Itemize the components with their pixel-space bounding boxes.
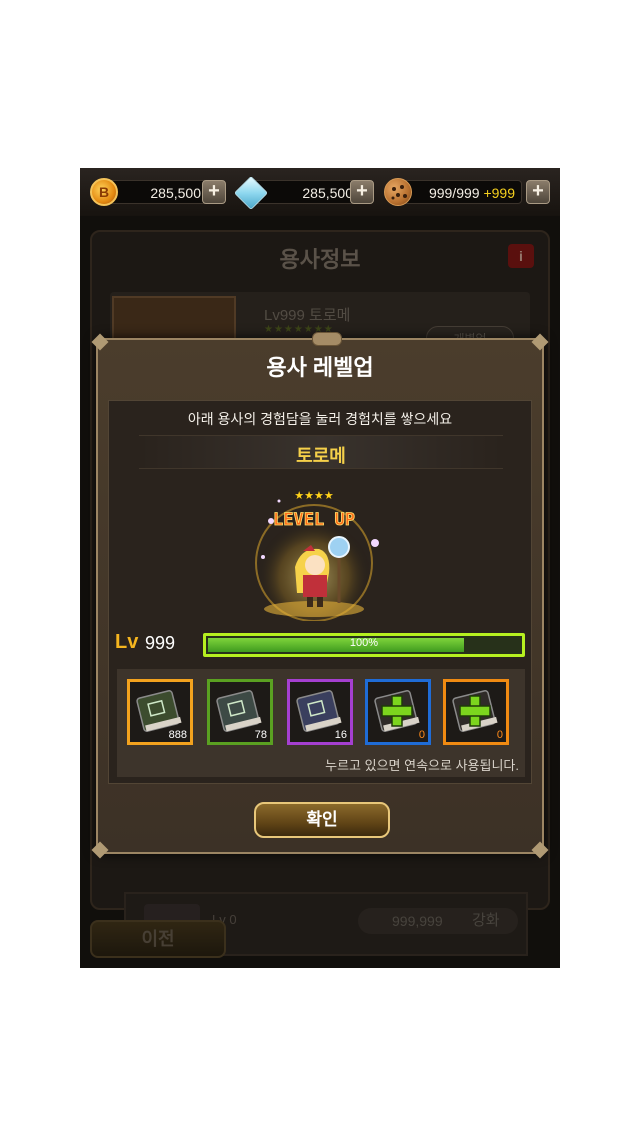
experience-percent: 100% (349, 637, 379, 649)
cookie-counter: 999/999 +999 + (384, 178, 554, 206)
instruction-text: 아래 용사의 경험담을 눌러 경험치를 쌓으세요 (187, 411, 453, 427)
level-label: Lv (115, 631, 139, 653)
coin-amount: 285,500 (104, 180, 210, 204)
item-count: 16 (334, 729, 347, 741)
dialog-content: 아래 용사의 경험담을 눌러 경험치를 쌓으세요 토로메 LEVEL UP ★★… (108, 400, 532, 784)
confirm-button[interactable]: 확인 (254, 802, 390, 838)
experience-items-panel: 888 78 16 0 0 누르고 있으면 연속으로 사용됩니다. (117, 669, 525, 777)
plus-icon (381, 705, 413, 717)
dialog-title: 용사 레벨업 (266, 355, 374, 380)
exp-book-item[interactable]: 16 (287, 679, 353, 745)
coin-counter: 285,500 B + (90, 178, 226, 206)
hold-hint: 누르고 있으면 연속으로 사용됩니다. (325, 758, 519, 773)
item-count: 0 (496, 729, 503, 741)
level-value: 999 (145, 633, 176, 653)
hero-name-band: 토로메 (139, 435, 503, 469)
cookie-icon (384, 178, 412, 206)
add-cookie-button[interactable]: + (526, 180, 550, 204)
cookie-amount: 999/999 +999 (398, 180, 522, 204)
add-book-slot[interactable]: 0 (443, 679, 509, 745)
add-crystal-button[interactable]: + (350, 180, 374, 204)
game-screen: 285,500 B + 285,500 + 999/999 +999 + 용사정… (80, 168, 560, 968)
level-up-banner: LEVEL UP (273, 510, 355, 530)
item-count: 78 (254, 729, 267, 741)
hero-sprite: LEVEL UP ★★★★ (239, 481, 389, 622)
gold-coin-icon: B (90, 178, 118, 206)
add-coin-button[interactable]: + (202, 180, 226, 204)
dialog-ornament (312, 332, 342, 346)
hero-name: 토로메 (296, 446, 346, 466)
exp-book-item[interactable]: 888 (127, 679, 193, 745)
hero-illustration: LEVEL UP ★★★★ (255, 489, 379, 622)
crystal-counter: 285,500 + (234, 176, 376, 210)
add-book-slot[interactable]: 0 (365, 679, 431, 745)
exp-book-item[interactable]: 78 (207, 679, 273, 745)
plus-icon (459, 705, 491, 717)
experience-bar: 100% (203, 633, 525, 657)
level-up-dialog: 용사 레벨업 아래 용사의 경험담을 눌러 경험치를 쌓으세요 토로메 LEVE… (91, 332, 549, 859)
cookie-chips (391, 185, 407, 200)
item-count: 0 (418, 729, 425, 741)
cookie-count: 999/999 (428, 185, 480, 201)
cookie-bonus: +999 (483, 185, 515, 201)
hero-stars: ★★★★ (294, 489, 334, 502)
item-count: 888 (168, 729, 187, 741)
currency-bar: 285,500 B + 285,500 + 999/999 +999 + (80, 168, 560, 216)
